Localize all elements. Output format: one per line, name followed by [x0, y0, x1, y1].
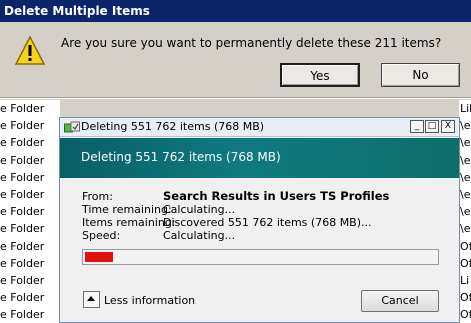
- file-list-fragment[interactable]: Of: [460, 255, 471, 272]
- file-list-fragment[interactable]: \e: [460, 117, 470, 134]
- delete-progress-dialog: Deleting 551 762 items (768 MB) _ □ X De…: [59, 117, 460, 323]
- file-list-row[interactable]: e Folder: [0, 100, 44, 117]
- file-list-row[interactable]: e Folder: [0, 203, 44, 220]
- time-remaining-value: Calculating...: [163, 203, 236, 216]
- file-list-right-column: Lib\e\e\e\e\e\e\eOfOfLiOfOf: [459, 100, 471, 323]
- delete-progress-icon: [64, 121, 80, 133]
- file-list-row[interactable]: e Folder: [0, 238, 44, 255]
- items-remaining-value: Discovered 551 762 items (768 MB)...: [163, 216, 372, 229]
- confirm-question-text: Are you sure you want to permanently del…: [61, 36, 442, 50]
- file-list-row[interactable]: e Folder: [0, 169, 44, 186]
- screen: Delete Multiple Items Are you sure you w…: [0, 0, 471, 323]
- file-list-row[interactable]: e Folder: [0, 289, 44, 306]
- close-button[interactable]: X: [441, 120, 455, 133]
- file-list-fragment[interactable]: Of: [460, 306, 471, 323]
- cancel-button[interactable]: Cancel: [361, 290, 439, 312]
- speed-value: Calculating...: [163, 229, 236, 242]
- file-list-row[interactable]: e Folder: [0, 186, 44, 203]
- time-remaining-label: Time remaining:: [82, 203, 172, 216]
- file-list-fragment[interactable]: \e: [460, 134, 470, 151]
- file-list-fragment[interactable]: \e: [460, 152, 470, 169]
- file-list-row[interactable]: e Folder: [0, 220, 44, 237]
- less-information-toggle[interactable]: [83, 291, 100, 308]
- file-list: e Folder e Folder e Folder e Folder e Folder…: [0, 100, 60, 323]
- file-list-row[interactable]: e Folder: [0, 152, 44, 169]
- file-list-row[interactable]: e Folder: [0, 272, 44, 289]
- file-list-row[interactable]: e Folder: [0, 117, 44, 134]
- progress-bar-fill: [85, 252, 113, 262]
- file-list-row[interactable]: e Folder: [0, 134, 44, 151]
- file-list-fragment[interactable]: Of: [460, 289, 471, 306]
- items-remaining-label: Items remaining:: [82, 216, 176, 229]
- file-list-fragment[interactable]: Li: [460, 272, 469, 289]
- file-list-fragment[interactable]: \e: [460, 169, 470, 186]
- dialog-divider: [0, 97, 471, 99]
- speed-label: Speed:: [82, 229, 121, 242]
- yes-button[interactable]: Yes: [280, 63, 360, 87]
- progress-titlebar[interactable]: Deleting 551 762 items (768 MB) _ □ X: [60, 118, 459, 137]
- progress-window-title: Deleting 551 762 items (768 MB): [81, 120, 265, 133]
- file-list-row[interactable]: e Folder: [0, 255, 44, 272]
- progress-bar: [82, 249, 439, 265]
- from-value: Search Results in Users TS Profiles: [163, 189, 390, 203]
- no-button[interactable]: No: [381, 63, 460, 87]
- file-list-fragment[interactable]: \e: [460, 203, 470, 220]
- confirm-dialog-title: Delete Multiple Items: [0, 0, 471, 22]
- file-list-fragment[interactable]: \e: [460, 220, 470, 237]
- warning-icon: [14, 35, 46, 65]
- from-label: From:: [82, 190, 113, 203]
- progress-heading: Deleting 551 762 items (768 MB): [81, 150, 281, 164]
- file-list-fragment[interactable]: \e: [460, 186, 470, 203]
- chevron-up-icon: [87, 296, 95, 301]
- maximize-button[interactable]: □: [425, 120, 439, 133]
- file-list-fragment[interactable]: Lib: [460, 100, 471, 117]
- file-list-fragment[interactable]: Of: [460, 238, 471, 255]
- less-information-label[interactable]: Less information: [104, 294, 195, 307]
- minimize-button[interactable]: _: [410, 120, 424, 133]
- file-list-row[interactable]: e Folder: [0, 306, 44, 323]
- progress-banner: Deleting 551 762 items (768 MB): [60, 138, 459, 178]
